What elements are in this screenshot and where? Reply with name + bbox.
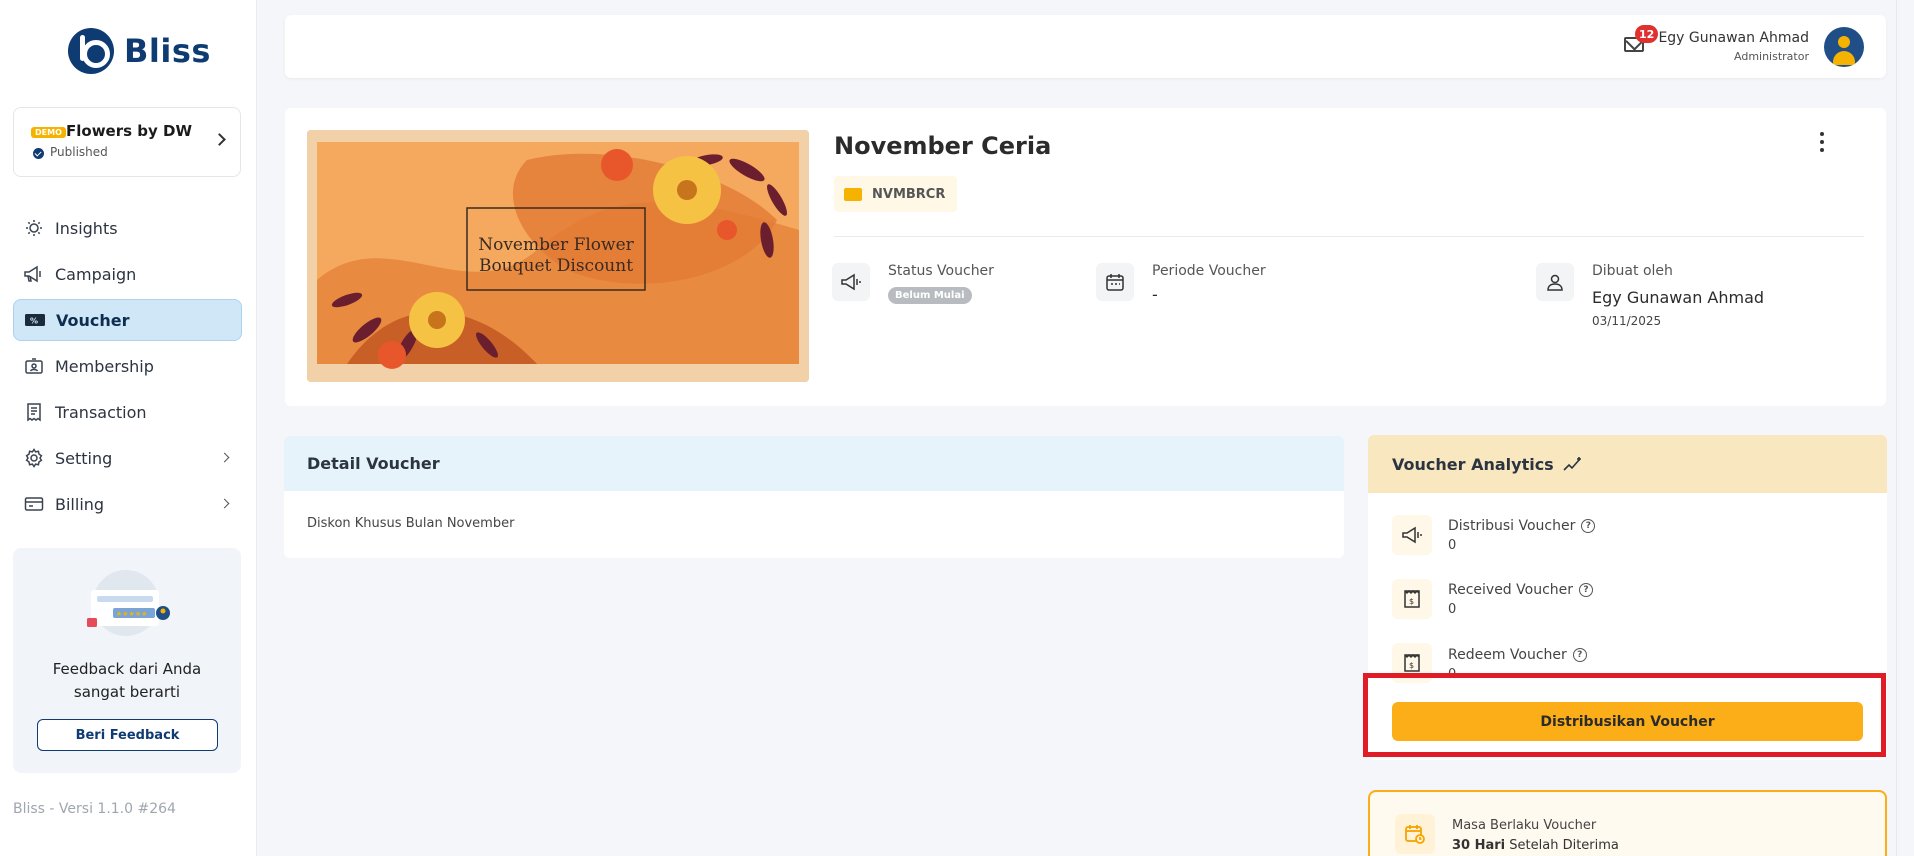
gear-icon <box>23 447 45 469</box>
stat-redeem-label: Redeem Voucher ? <box>1448 647 1587 663</box>
stat-received-value: 0 <box>1448 602 1457 617</box>
calendar-clock-icon <box>1395 814 1435 854</box>
stat-distribusi-label: Distribusi Voucher ? <box>1448 518 1596 534</box>
svg-text:$: $ <box>1409 661 1414 670</box>
megaphone-icon <box>23 263 45 285</box>
sidebar-item-billing[interactable]: Billing <box>13 483 242 525</box>
received-voucher-icon: $ <box>1392 579 1432 619</box>
period-voucher-value: - <box>1152 285 1158 304</box>
svg-text:$: $ <box>1409 597 1414 606</box>
status-voucher-label: Status Voucher <box>888 263 994 279</box>
person-icon <box>1536 263 1574 301</box>
feedback-line-1: Feedback dari Anda <box>52 660 202 678</box>
sidebar-item-label: Transaction <box>55 402 147 422</box>
top-bar: 12 Egy Gunawan Ahmad Administrator <box>285 15 1886 78</box>
voucher-icon: % <box>24 309 46 331</box>
sidebar-item-transaction[interactable]: Transaction <box>13 391 242 433</box>
sidebar-nav: Insights Campaign % Voucher Membership T… <box>13 207 242 529</box>
chevron-right-icon <box>219 498 230 509</box>
store-switcher[interactable]: DEMO Flowers by DW Published <box>13 107 241 177</box>
created-by-label: Dibuat oleh <box>1592 263 1673 279</box>
feedback-line-2: sangat berarti <box>73 683 181 701</box>
divider <box>834 236 1864 237</box>
voucher-code: NVMBRCR <box>872 186 946 202</box>
sidebar: Bliss DEMO Flowers by DW Published Insig… <box>0 0 257 856</box>
sidebar-item-setting[interactable]: Setting <box>13 437 242 479</box>
help-icon[interactable]: ? <box>1572 648 1587 662</box>
sidebar-item-label: Insights <box>55 218 118 238</box>
voucher-banner-image: November Flower Bouquet Discount <box>307 130 809 382</box>
sparkle-chart-icon <box>1563 457 1581 471</box>
user-name: Egy Gunawan Ahmad <box>1658 30 1809 46</box>
detail-voucher-description: Diskon Khusus Bulan November <box>307 516 515 531</box>
voucher-code-chip: NVMBRCR <box>834 176 958 212</box>
ticket-icon <box>844 187 862 201</box>
feedback-panel: ★★★★★ Feedback dari Anda sangat berarti … <box>13 548 241 773</box>
user-role: Administrator <box>1734 50 1809 63</box>
period-voucher-label: Periode Voucher <box>1152 263 1266 279</box>
feedback-message: Feedback dari Anda sangat berarti <box>13 658 241 704</box>
highlight-box <box>1363 673 1886 757</box>
stat-label-text: Distribusi Voucher <box>1448 518 1576 534</box>
stat-label-text: Received Voucher <box>1448 582 1574 598</box>
store-status: Published <box>50 145 108 159</box>
chevron-right-icon <box>219 452 230 463</box>
more-options-icon[interactable] <box>1820 132 1825 156</box>
detail-voucher-title: Detail Voucher <box>284 436 1344 491</box>
stat-label-text: Redeem Voucher <box>1448 647 1567 663</box>
demo-badge: DEMO <box>31 127 66 138</box>
creator-name: Egy Gunawan Ahmad <box>1592 288 1765 307</box>
card-icon <box>23 493 45 515</box>
sidebar-item-insights[interactable]: Insights <box>13 207 242 249</box>
stat-received-label: Received Voucher ? <box>1448 582 1594 598</box>
status-badge: Belum Mulai <box>888 287 972 304</box>
sidebar-item-campaign[interactable]: Campaign <box>13 253 242 295</box>
sidebar-item-membership[interactable]: Membership <box>13 345 242 387</box>
svg-text:★★★★★: ★★★★★ <box>116 610 147 618</box>
store-name: Flowers by DW <box>66 122 193 140</box>
chevron-right-icon <box>213 133 226 146</box>
banner-title-line-2: Bouquet Discount <box>479 256 633 276</box>
insights-icon <box>23 217 45 239</box>
sidebar-item-label: Voucher <box>56 310 130 330</box>
detail-voucher-card: Detail Voucher Diskon Khusus Bulan Novem… <box>284 436 1344 558</box>
page-scrollbar[interactable] <box>1896 0 1914 856</box>
give-feedback-button[interactable]: Beri Feedback <box>37 719 218 751</box>
membership-icon <box>23 355 45 377</box>
voucher-title: November Ceria <box>834 132 1052 160</box>
sidebar-item-label: Setting <box>55 448 113 468</box>
user-avatar[interactable] <box>1824 27 1864 67</box>
mail-count-badge: 12 <box>1635 25 1659 43</box>
svg-text:%: % <box>30 317 38 326</box>
feedback-illustration: ★★★★★ <box>79 570 173 636</box>
megaphone-icon <box>832 263 870 301</box>
receipt-icon <box>23 401 45 423</box>
validity-days: 30 Hari <box>1452 838 1506 853</box>
published-check-icon <box>33 148 44 159</box>
stat-distribusi-value: 0 <box>1448 538 1457 553</box>
help-icon[interactable]: ? <box>1579 583 1594 597</box>
validity-suffix: Setelah Diterima <box>1505 838 1619 853</box>
validity-label: Masa Berlaku Voucher <box>1452 818 1597 833</box>
brand-name: Bliss <box>124 32 211 70</box>
voucher-header-card: November Flower Bouquet Discount Novembe… <box>285 108 1886 406</box>
sidebar-item-voucher[interactable]: % Voucher <box>13 299 242 341</box>
logo-mark-icon <box>68 28 114 74</box>
sidebar-item-label: Membership <box>55 356 154 376</box>
analytics-header: Voucher Analytics <box>1368 435 1887 493</box>
help-icon[interactable]: ? <box>1581 519 1596 533</box>
app-version: Bliss - Versi 1.1.0 #264 <box>13 801 176 817</box>
calendar-icon <box>1096 263 1134 301</box>
validity-value: 30 Hari Setelah Diterima <box>1452 838 1619 853</box>
brand-logo[interactable]: Bliss <box>68 28 211 74</box>
validity-card: Masa Berlaku Voucher 30 Hari Setelah Dit… <box>1368 790 1887 856</box>
analytics-title: Voucher Analytics <box>1392 454 1554 474</box>
sidebar-item-label: Billing <box>55 494 105 514</box>
sidebar-item-label: Campaign <box>55 264 137 284</box>
created-date: 03/11/2025 <box>1592 314 1662 328</box>
banner-title-line-1: November Flower <box>478 235 634 255</box>
megaphone-icon <box>1392 515 1432 555</box>
